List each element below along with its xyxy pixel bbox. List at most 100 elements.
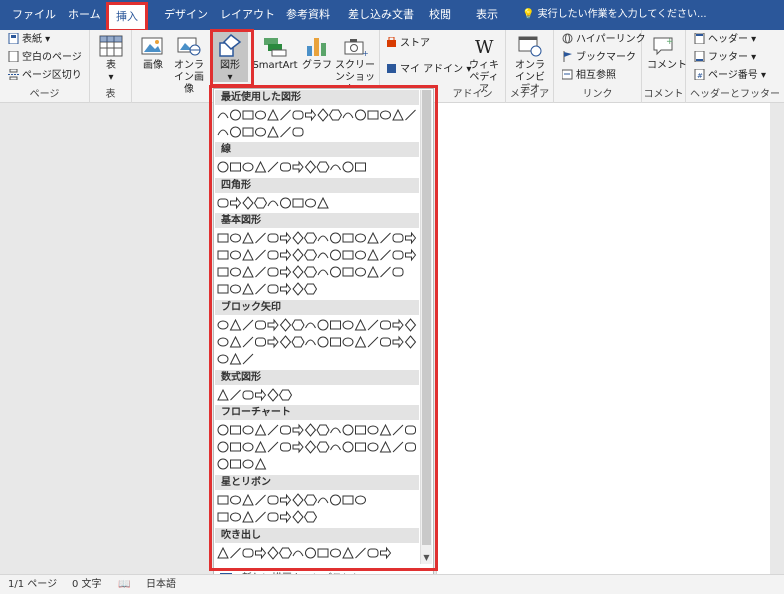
shape-glyph bbox=[342, 337, 354, 347]
language[interactable]: 日本語 bbox=[146, 575, 176, 594]
shape-glyph bbox=[255, 388, 267, 402]
page-number-button[interactable]: # ページ番号 ▾ bbox=[694, 68, 766, 84]
shape-glyph bbox=[317, 235, 329, 242]
shape-row[interactable] bbox=[216, 195, 420, 211]
shape-glyph bbox=[242, 510, 254, 523]
tab-references[interactable]: 参考資料 bbox=[284, 0, 332, 30]
shape-glyph bbox=[292, 550, 304, 557]
shape-glyph bbox=[392, 318, 404, 332]
shape-row[interactable] bbox=[216, 492, 420, 508]
shape-glyph bbox=[380, 337, 391, 347]
shape-row[interactable] bbox=[216, 334, 420, 350]
cover-page-button[interactable]: 表紙 ▾ bbox=[8, 32, 50, 48]
shape-row[interactable] bbox=[216, 387, 420, 403]
shape-glyph bbox=[217, 233, 229, 243]
shape-row[interactable] bbox=[216, 247, 420, 263]
bookmark-button[interactable]: ブックマーク bbox=[562, 50, 636, 66]
store-icon bbox=[387, 37, 396, 47]
shape-glyph bbox=[380, 266, 391, 278]
tab-review[interactable]: 校閲 bbox=[427, 0, 453, 30]
tab-design[interactable]: デザイン bbox=[162, 0, 210, 30]
store-button[interactable]: ストア bbox=[386, 36, 430, 52]
shape-row[interactable] bbox=[216, 264, 420, 280]
shape-glyph bbox=[255, 494, 266, 506]
proofing-icon[interactable]: 📖 bbox=[118, 575, 130, 594]
tab-layout[interactable]: レイアウト bbox=[218, 0, 277, 30]
word-count[interactable]: 0 文字 bbox=[72, 575, 102, 594]
shape-glyph bbox=[242, 248, 254, 261]
shape-glyph bbox=[304, 160, 317, 174]
document-page[interactable] bbox=[436, 103, 770, 574]
section-lines: 線 bbox=[215, 142, 419, 157]
group-label-links: リンク bbox=[582, 89, 613, 100]
scrollbar-thumb[interactable] bbox=[422, 90, 431, 545]
tab-view[interactable]: 表示 bbox=[474, 0, 500, 30]
shape-row[interactable] bbox=[216, 439, 420, 455]
shape-glyph bbox=[230, 284, 241, 294]
shape-row[interactable] bbox=[216, 509, 420, 525]
shape-glyph bbox=[292, 493, 304, 507]
shape-row[interactable] bbox=[216, 107, 420, 123]
online-pictures-button[interactable]: オンライン画像 bbox=[170, 34, 208, 96]
section-basic-shapes: 基本図形 bbox=[215, 213, 419, 228]
shape-row[interactable] bbox=[216, 422, 420, 438]
shape-glyph bbox=[405, 425, 416, 435]
shape-row[interactable] bbox=[216, 317, 420, 333]
shape-glyph bbox=[267, 318, 279, 332]
chart-button[interactable]: グラフ bbox=[302, 34, 332, 72]
cross-reference-button[interactable]: 相互参照 bbox=[562, 68, 616, 84]
status-bar: 1/1 ページ 0 文字 📖 日本語 bbox=[0, 574, 784, 594]
group-label-addins: アドイン bbox=[452, 89, 493, 100]
table-button[interactable]: 表 ▾ bbox=[98, 34, 124, 84]
shape-glyph bbox=[380, 249, 391, 261]
shape-glyph bbox=[267, 546, 279, 560]
header-icon bbox=[694, 33, 705, 44]
my-addins-button[interactable]: マイ アドイン ▾ bbox=[386, 62, 471, 78]
svg-text:+: + bbox=[666, 37, 674, 47]
shape-glyph bbox=[355, 162, 366, 172]
tab-file[interactable]: ファイル bbox=[10, 0, 58, 30]
gallery-scrollbar[interactable]: ▼ bbox=[420, 90, 432, 564]
picture-button[interactable]: 画像 bbox=[138, 34, 168, 72]
shape-glyph bbox=[230, 547, 241, 559]
tab-home[interactable]: ホーム bbox=[66, 0, 103, 30]
shape-glyph bbox=[280, 493, 292, 507]
group-label-media: メディア bbox=[509, 89, 550, 100]
shape-glyph bbox=[379, 423, 392, 436]
shape-row[interactable] bbox=[216, 230, 420, 246]
shape-row[interactable] bbox=[216, 456, 420, 472]
shape-glyph bbox=[230, 250, 241, 260]
shape-glyph bbox=[342, 267, 354, 277]
shape-row[interactable] bbox=[216, 351, 420, 367]
shape-glyph bbox=[367, 319, 379, 331]
shape-glyph bbox=[255, 232, 266, 244]
shape-glyph bbox=[342, 250, 354, 260]
footer-button[interactable]: フッター ▾ bbox=[694, 50, 756, 66]
shapes-button[interactable]: 図形 ▾ bbox=[212, 30, 248, 83]
svg-text:W: W bbox=[475, 37, 494, 58]
shape-glyph bbox=[267, 108, 279, 121]
shape-glyph bbox=[255, 337, 266, 347]
shape-row[interactable] bbox=[216, 159, 420, 175]
shape-glyph bbox=[367, 231, 379, 244]
tab-mailings[interactable]: 差し込み文書 bbox=[346, 0, 416, 30]
hyperlink-button[interactable]: ハイパーリンク bbox=[562, 32, 646, 48]
comment-button[interactable]: + コメント bbox=[647, 34, 687, 72]
shape-glyph bbox=[242, 196, 254, 210]
screenshot-button[interactable]: + スクリーンショット ▾ bbox=[334, 34, 376, 96]
blank-page-button[interactable]: 空白のページ bbox=[8, 50, 82, 66]
page-break-button[interactable]: ページ区切り bbox=[8, 68, 82, 84]
shape-row[interactable] bbox=[216, 281, 420, 297]
shape-row[interactable] bbox=[216, 124, 420, 140]
shape-row[interactable] bbox=[216, 545, 420, 561]
shape-glyph bbox=[330, 232, 341, 244]
scroll-down-arrow[interactable]: ▼ bbox=[422, 553, 431, 562]
shape-glyph bbox=[217, 337, 229, 347]
page-count[interactable]: 1/1 ページ bbox=[8, 575, 57, 594]
tell-me-box[interactable]: 💡 実行したい作業を入力してください... bbox=[520, 0, 709, 30]
header-button[interactable]: ヘッダー ▾ bbox=[694, 32, 756, 48]
tab-insert[interactable]: 挿入 bbox=[106, 2, 148, 32]
shape-glyph bbox=[291, 319, 305, 331]
smartart-button[interactable]: SmartArt bbox=[252, 34, 298, 72]
shape-glyph bbox=[292, 282, 304, 296]
